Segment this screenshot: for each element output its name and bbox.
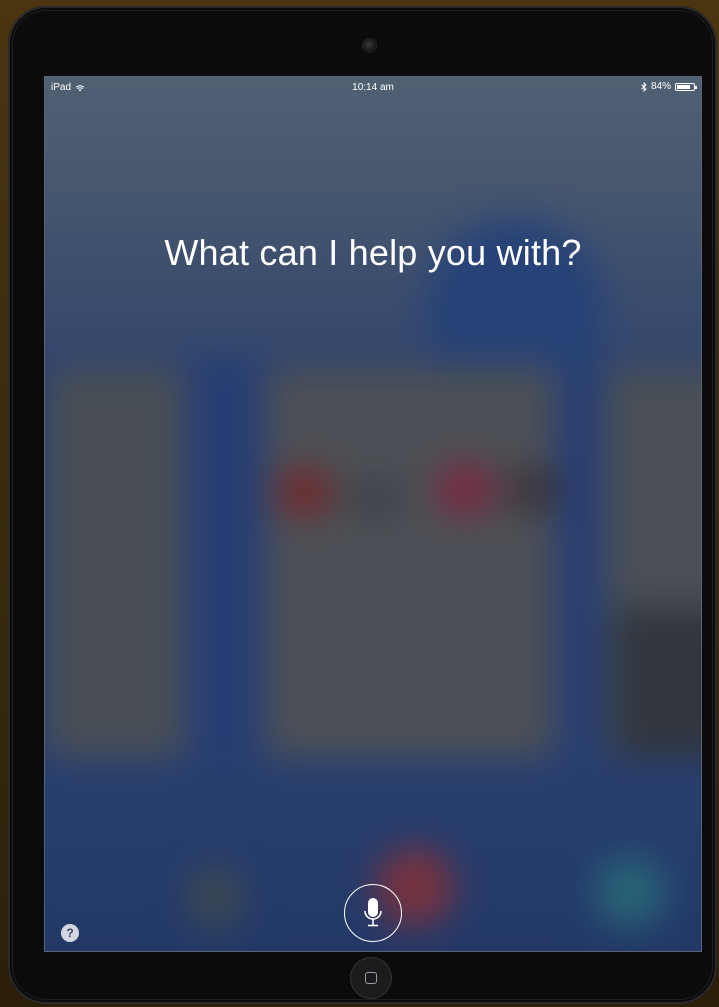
siri-mic-button[interactable]	[344, 884, 402, 942]
bluetooth-icon	[641, 81, 647, 92]
clock: 10:14 am	[352, 82, 394, 93]
home-button[interactable]	[350, 957, 392, 999]
siri-screen: iPad 10:14 am 84% What can I help you wi…	[44, 76, 702, 952]
ipad-device: iPad 10:14 am 84% What can I help you wi…	[8, 6, 717, 1004]
home-square-icon	[365, 972, 377, 984]
battery-level	[677, 84, 691, 89]
status-bar: iPad 10:14 am 84%	[45, 77, 701, 97]
help-button[interactable]: ?	[61, 924, 79, 942]
microphone-icon	[364, 898, 382, 927]
battery-percent: 84%	[650, 81, 671, 92]
siri-prompt: What can I help you with?	[164, 232, 582, 273]
front-camera	[363, 39, 376, 52]
battery-icon	[675, 82, 697, 91]
